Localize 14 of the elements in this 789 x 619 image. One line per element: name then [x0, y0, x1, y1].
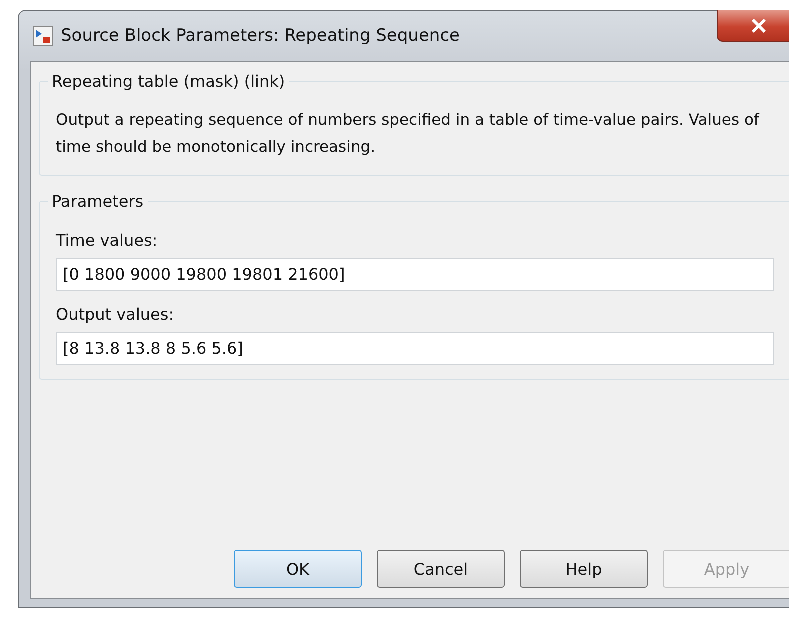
description-text: Output a repeating sequence of numbers specified in a table of time-value pairs. Values of time should be monotonically increasing.	[56, 110, 761, 158]
group-title: Parameters	[51, 192, 145, 211]
group-title: Repeating table (mask) (link)	[51, 72, 286, 91]
window-title: Source Block Parameters: Repeating Sequence	[61, 26, 460, 46]
close-button[interactable]	[717, 10, 789, 42]
input-field[interactable]: [8 13.8 13.8 8 5.6 5.6]	[56, 332, 774, 365]
block-icon	[33, 26, 53, 46]
dialog-button[interactable]: Cancel	[377, 550, 505, 588]
dialog-button[interactable]: Help	[520, 550, 648, 588]
dialog-button[interactable]: OK	[234, 550, 362, 588]
close-icon	[750, 18, 766, 32]
input-field[interactable]: [0 1800 9000 19800 19801 21600]	[56, 258, 774, 291]
field-label: Output values:	[56, 305, 176, 324]
field-label: Time values:	[56, 231, 159, 250]
